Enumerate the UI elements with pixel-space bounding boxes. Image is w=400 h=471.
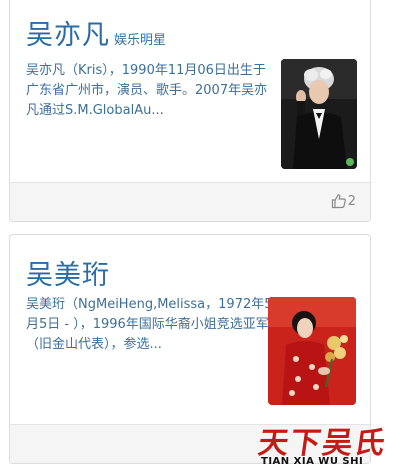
person-name-link[interactable]: 吴亦凡 — [26, 20, 110, 51]
portrait-photo[interactable] — [268, 297, 356, 405]
watermark-latin-text: TIAN XIA WU SHI — [261, 456, 364, 467]
like-count: 2 — [347, 193, 356, 209]
portrait-image — [281, 59, 357, 169]
portrait-photo[interactable] — [281, 59, 357, 169]
category-label: 娱乐明星 — [114, 33, 167, 48]
card-footer: 2 — [10, 182, 370, 221]
portrait-image — [268, 297, 356, 405]
like-button[interactable]: 2 — [331, 193, 356, 209]
thumbs-up-icon — [331, 194, 346, 209]
status-dot — [346, 158, 354, 166]
description-text: 吴美珩（NgMeiHeng,Melissa，1972年5月5日 - ），1996… — [26, 297, 273, 352]
result-card[interactable]: 吴亦凡 娱乐明星 吴亦凡（Kris），1990年11月06日出生于广东省广州市，演… — [9, 0, 371, 222]
description-text: 吴亦凡（Kris），1990年11月06日出生于广东省广州市，演员、歌手。200… — [26, 63, 268, 118]
card-title-row: 吴亦凡 娱乐明星 — [26, 13, 166, 52]
person-name-link[interactable]: 吴美珩 — [26, 260, 110, 291]
search-results-page: 吴亦凡 娱乐明星 吴亦凡（Kris），1990年11月06日出生于广东省广州市，演… — [0, 0, 400, 471]
site-watermark-logo: 天下吴氏 TIAN XIA WU SHI — [256, 418, 400, 471]
card-title-row: 吴美珩 — [26, 253, 110, 292]
